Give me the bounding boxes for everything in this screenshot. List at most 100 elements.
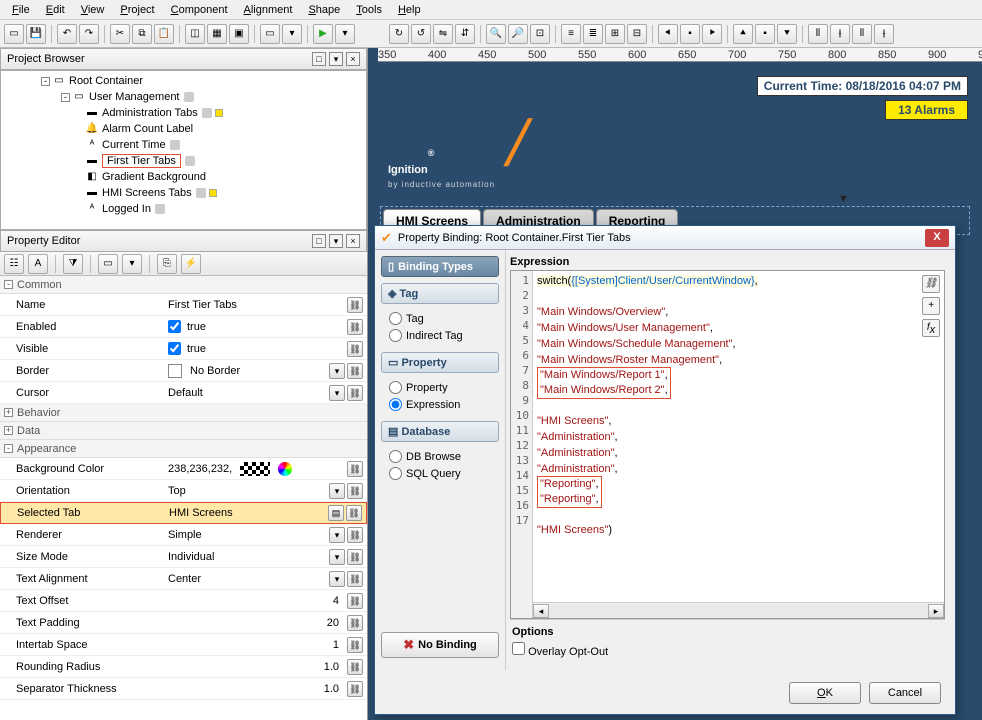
pe-close-icon[interactable]: × xyxy=(346,234,360,248)
tb-undo-icon[interactable]: ↶ xyxy=(57,24,77,44)
tb-align1-icon[interactable]: ≡ xyxy=(561,24,581,44)
prop-textoffset[interactable]: Text Offset4⛓ xyxy=(0,590,367,612)
tb-zoomout-icon[interactable]: 🔎 xyxy=(508,24,528,44)
pt-event-icon[interactable]: ⚡ xyxy=(181,254,201,274)
tb-run-icon[interactable]: ▶ xyxy=(313,24,333,44)
tb-flip2-icon[interactable]: ⇵ xyxy=(455,24,475,44)
pt-az-icon[interactable]: A xyxy=(28,254,48,274)
tree-current-time[interactable]: ᴬCurrent Time xyxy=(3,137,364,153)
dd-icon[interactable]: ▾ xyxy=(329,363,345,379)
tb-al-t-icon[interactable]: ⯅ xyxy=(733,24,753,44)
pb-menu-icon[interactable]: ▾ xyxy=(329,52,343,66)
menu-edit[interactable]: Edit xyxy=(38,2,73,18)
h-scrollbar[interactable]: ◂▸ xyxy=(533,602,944,618)
tree-logged-in[interactable]: ᴬLogged In xyxy=(3,201,364,217)
tb-flip1-icon[interactable]: ⇋ xyxy=(433,24,453,44)
insert-prop-icon[interactable]: + xyxy=(922,297,940,315)
pt-link-icon[interactable]: ⎘ xyxy=(157,254,177,274)
dd-icon[interactable]: ▾ xyxy=(329,385,345,401)
bind-icon[interactable]: ⛓ xyxy=(347,593,363,609)
bind-icon[interactable]: ⛓ xyxy=(347,637,363,653)
tb-al-r-icon[interactable]: ⯈ xyxy=(702,24,722,44)
handle-icon[interactable]: ▼ xyxy=(838,193,849,205)
menu-help[interactable]: Help xyxy=(390,2,429,18)
no-binding-button[interactable]: ✖No Binding xyxy=(381,632,499,658)
ok-button[interactable]: OK xyxy=(789,682,861,704)
prop-orientation[interactable]: OrientationTop▾⛓ xyxy=(0,480,367,502)
dd-icon[interactable]: ▾ xyxy=(329,571,345,587)
tb-new-icon[interactable]: ▭ xyxy=(4,24,24,44)
opt-expression[interactable]: Expression xyxy=(389,398,499,411)
tb-al-m-icon[interactable]: ▪ xyxy=(755,24,775,44)
expression-editor[interactable]: 1234567891011121314151617 switch({[Syste… xyxy=(510,270,945,619)
menu-file[interactable]: File xyxy=(4,2,38,18)
bind-icon[interactable]: ⛓ xyxy=(347,571,363,587)
tb-dist3-icon[interactable]: ⫴ xyxy=(852,24,872,44)
insert-func-icon[interactable]: fx xyxy=(922,319,940,337)
tb-img-icon[interactable]: ▦ xyxy=(207,24,227,44)
tb-al-l-icon[interactable]: ⯇ xyxy=(658,24,678,44)
dialog-titlebar[interactable]: ✔ Property Binding: Root Container.First… xyxy=(375,226,955,250)
tb-align3-icon[interactable]: ⊞ xyxy=(605,24,625,44)
prop-enabled[interactable]: Enabledtrue⛓ xyxy=(0,316,367,338)
code-area[interactable]: switch({[System]Client/User/CurrentWindo… xyxy=(533,271,944,618)
prop-bgcolor[interactable]: Background Color238,236,232,⛓ xyxy=(0,458,367,480)
menu-tools[interactable]: Tools xyxy=(348,2,390,18)
tb-dist4-icon[interactable]: ⫲ xyxy=(874,24,894,44)
bind-icon[interactable]: ⛓ xyxy=(347,483,363,499)
pt-filter-icon[interactable]: ⧩ xyxy=(63,254,83,274)
tb-align2-icon[interactable]: ≣ xyxy=(583,24,603,44)
tb-redo-icon[interactable]: ↷ xyxy=(79,24,99,44)
prop-textalign[interactable]: Text AlignmentCenter▾⛓ xyxy=(0,568,367,590)
group-tag[interactable]: ◈ Tag xyxy=(381,283,499,304)
pe-pin-icon[interactable]: □ xyxy=(312,234,326,248)
opt-indirect-tag[interactable]: Indirect Tag xyxy=(389,329,499,342)
project-browser-tree[interactable]: -▭Root Container -▭User Management ▬Admi… xyxy=(0,70,367,230)
tree-hmi-screens-tabs[interactable]: ▬HMI Screens Tabs xyxy=(3,185,364,201)
group-property[interactable]: ▭ Property xyxy=(381,352,499,373)
group-database[interactable]: ▤ Database xyxy=(381,421,499,442)
pt-layout-icon[interactable]: ▭ xyxy=(98,254,118,274)
bind-icon[interactable]: ⛓ xyxy=(347,527,363,543)
pe-menu-icon[interactable]: ▾ xyxy=(329,234,343,248)
pb-close-icon[interactable]: × xyxy=(346,52,360,66)
tb-dd2-icon[interactable]: ▾ xyxy=(335,24,355,44)
section-common[interactable]: -Common xyxy=(0,276,367,294)
tb-window-icon[interactable]: ▭ xyxy=(260,24,280,44)
bind-icon[interactable]: ⛓ xyxy=(347,615,363,631)
visible-checkbox[interactable] xyxy=(168,342,181,355)
bind-icon[interactable]: ⛓ xyxy=(347,341,363,357)
cancel-button[interactable]: Cancel xyxy=(869,682,941,704)
prop-name[interactable]: NameFirst Tier Tabs⛓ xyxy=(0,294,367,316)
bind-icon[interactable]: ⛓ xyxy=(347,681,363,697)
tree-root-container[interactable]: -▭Root Container xyxy=(3,73,364,89)
section-data[interactable]: +Data xyxy=(0,422,367,440)
bind-icon[interactable]: ⛓ xyxy=(346,505,362,521)
menu-shape[interactable]: Shape xyxy=(300,2,348,18)
enabled-checkbox[interactable] xyxy=(168,320,181,333)
prop-renderer[interactable]: RendererSimple▾⛓ xyxy=(0,524,367,546)
tb-save-icon[interactable]: 💾 xyxy=(26,24,46,44)
prop-textpadding[interactable]: Text Padding20⛓ xyxy=(0,612,367,634)
tb-dd-icon[interactable]: ▾ xyxy=(282,24,302,44)
tb-dist1-icon[interactable]: ⫴ xyxy=(808,24,828,44)
tb-cut-icon[interactable]: ✂ xyxy=(110,24,130,44)
prop-cursor[interactable]: CursorDefault▾⛓ xyxy=(0,382,367,404)
bind-icon[interactable]: ⛓ xyxy=(347,297,363,313)
section-appearance[interactable]: -Appearance xyxy=(0,440,367,458)
menu-component[interactable]: Component xyxy=(163,2,236,18)
prop-border[interactable]: BorderNo Border▾⛓ xyxy=(0,360,367,382)
prop-intertab[interactable]: Intertab Space1⛓ xyxy=(0,634,367,656)
tb-paste-icon[interactable]: 📋 xyxy=(154,24,174,44)
prop-selected-tab[interactable]: Selected Tab HMI Screens▤⛓ xyxy=(0,502,367,524)
dd-icon[interactable]: ▾ xyxy=(329,549,345,565)
tb-zoomin-icon[interactable]: 🔍 xyxy=(486,24,506,44)
scroll-left-icon[interactable]: ◂ xyxy=(533,604,549,618)
tb-zoomfit-icon[interactable]: ⊡ xyxy=(530,24,550,44)
bind-icon[interactable]: ⛓ xyxy=(347,461,363,477)
menu-project[interactable]: Project xyxy=(112,2,162,18)
tb-comp-icon[interactable]: ▣ xyxy=(229,24,249,44)
bind-icon[interactable]: ⛓ xyxy=(347,363,363,379)
tb-al-c-icon[interactable]: ▪ xyxy=(680,24,700,44)
prop-sizemode[interactable]: Size ModeIndividual▾⛓ xyxy=(0,546,367,568)
